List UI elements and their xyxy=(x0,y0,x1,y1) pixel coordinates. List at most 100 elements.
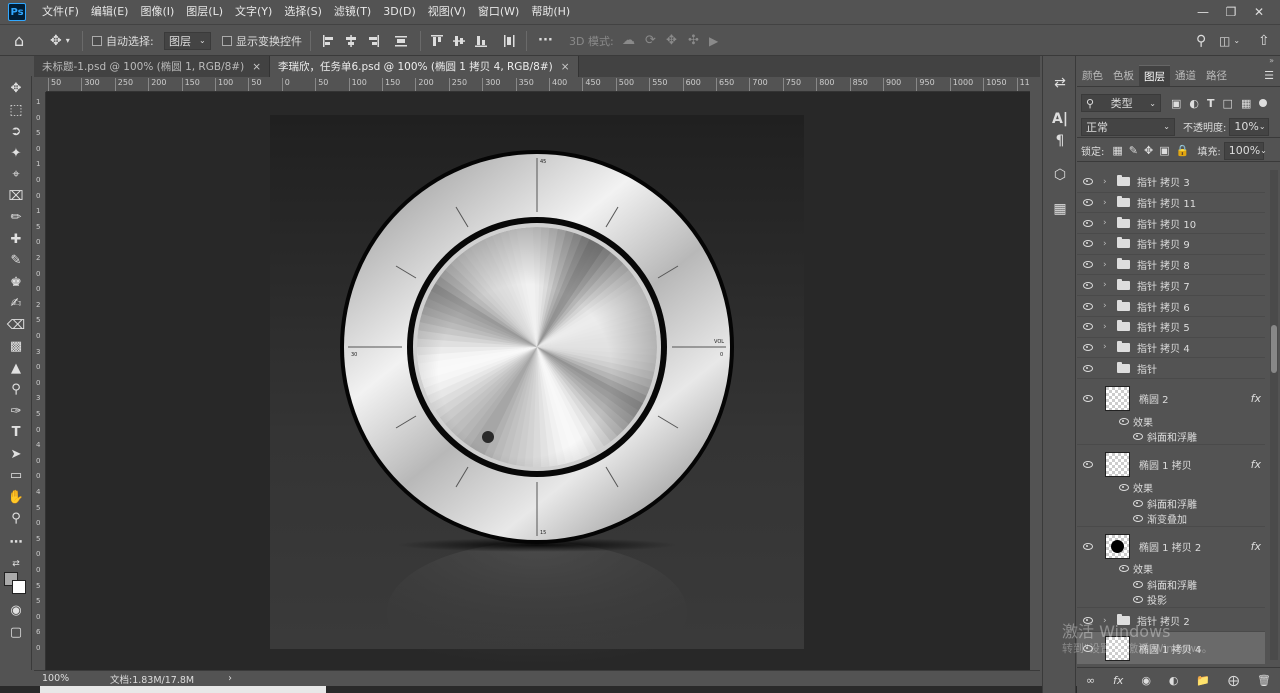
auto-select-dropdown[interactable]: 图层 ⌄ xyxy=(164,31,211,50)
eye-icon[interactable] xyxy=(1119,483,1129,491)
screen-mode-icon[interactable]: ▢ xyxy=(6,622,26,642)
align-top-icon[interactable] xyxy=(430,34,444,48)
align-right-icon[interactable] xyxy=(366,34,380,48)
filter-kind-dropdown[interactable]: ⚲ 类型 ⌄ xyxy=(1081,94,1161,112)
layer-row[interactable]: › 指针 拷贝 7 xyxy=(1077,276,1265,297)
effect-row[interactable]: 斜面和浮雕 xyxy=(1077,495,1265,511)
distribute-vertical-icon[interactable] xyxy=(502,34,516,48)
minimize-icon[interactable]: — xyxy=(1188,0,1218,24)
gradient-tool-icon[interactable]: ▩ xyxy=(6,336,26,356)
share-icon[interactable]: ⇧ xyxy=(1258,25,1270,56)
lock-position-icon[interactable]: ✥ xyxy=(1144,144,1153,157)
layer-row[interactable]: 椭圆 2 fx xyxy=(1077,382,1265,414)
fx-icon[interactable]: fx xyxy=(1251,540,1261,553)
chevron-right-icon[interactable]: › xyxy=(1103,198,1113,208)
align-left-icon[interactable] xyxy=(322,34,336,48)
home-icon[interactable]: ⌂ xyxy=(14,25,24,56)
more-options-icon[interactable]: ··· xyxy=(538,25,553,56)
move-tool-icon[interactable]: ✥ xyxy=(6,78,26,98)
zoom-tool-icon[interactable]: ⚲ xyxy=(6,508,26,528)
layers-scrollbar[interactable] xyxy=(1270,170,1278,660)
eye-icon[interactable] xyxy=(1133,515,1143,522)
eye-icon[interactable] xyxy=(1133,433,1143,440)
filter-pixel-icon[interactable]: ▣ xyxy=(1171,97,1181,110)
history-brush-icon[interactable]: ✍ xyxy=(6,293,26,313)
orbit-3d-icon[interactable]: ☁ xyxy=(622,25,635,56)
close-icon[interactable]: ✕ xyxy=(1244,0,1274,24)
link-icon[interactable]: ∞ xyxy=(1086,674,1095,687)
lock-artboard-icon[interactable]: ▣ xyxy=(1159,144,1169,157)
properties-panel-icon[interactable]: ▦ xyxy=(1051,200,1069,218)
fx-icon[interactable]: fx xyxy=(1251,458,1261,471)
menu-window[interactable]: 窗口(W) xyxy=(472,0,525,24)
background-color-swatch[interactable] xyxy=(12,580,26,594)
eye-icon[interactable] xyxy=(1083,240,1093,248)
pen-tool-icon[interactable]: ✑ xyxy=(6,401,26,421)
align-bottom-icon[interactable] xyxy=(474,34,488,48)
dodge-tool-icon[interactable]: ⚲ xyxy=(6,379,26,399)
group-icon[interactable]: 📁 xyxy=(1196,674,1210,687)
hand-tool-icon[interactable]: ✋ xyxy=(6,487,26,507)
mask-icon[interactable]: ◉ xyxy=(1141,674,1151,687)
canvas-area[interactable]: 45 30 VOL 0 15 xyxy=(46,92,1030,670)
restore-icon[interactable]: ❐ xyxy=(1216,0,1246,24)
frame-tool-icon[interactable]: ⌧ xyxy=(6,186,26,206)
eye-icon[interactable] xyxy=(1119,417,1129,425)
chevron-right-icon[interactable]: › xyxy=(1103,177,1113,187)
layer-row[interactable]: › 指针 拷贝 8 xyxy=(1077,255,1265,276)
eye-icon[interactable] xyxy=(1083,542,1093,550)
layer-row[interactable]: 指针 xyxy=(1077,358,1265,379)
distribute-icon[interactable] xyxy=(394,34,408,48)
eye-icon[interactable] xyxy=(1083,178,1093,186)
eye-icon[interactable] xyxy=(1083,199,1093,207)
eye-icon[interactable] xyxy=(1083,460,1093,468)
layers-scrollbar-thumb[interactable] xyxy=(1271,325,1277,373)
layer-row[interactable]: 椭圆 1 拷贝 2 fx xyxy=(1077,530,1265,562)
menu-help[interactable]: 帮助(H) xyxy=(525,0,576,24)
healing-brush-icon[interactable]: ✚ xyxy=(6,229,26,249)
menu-file[interactable]: 文件(F) xyxy=(36,0,85,24)
eye-icon[interactable] xyxy=(1133,596,1143,603)
doc-tab-task6[interactable]: 李瑞欣，任务单6.psd @ 100% (椭圆 1 拷贝 4, RGB/8#) × xyxy=(270,56,579,77)
swap-colors-icon[interactable]: ⇄ xyxy=(6,554,26,574)
chevron-right-icon[interactable]: › xyxy=(1103,239,1113,249)
panel-menu-icon[interactable]: ☰ xyxy=(1264,65,1274,86)
lock-image-icon[interactable]: ✎ xyxy=(1129,144,1138,157)
chevron-right-icon[interactable]: › xyxy=(1103,218,1113,228)
opacity-input[interactable]: 10% ⌄ xyxy=(1229,117,1270,136)
quick-mask-icon[interactable]: ◉ xyxy=(6,600,26,620)
layer-row[interactable]: › 指针 拷贝 10 xyxy=(1077,213,1265,235)
tab-paths[interactable]: 路径 xyxy=(1201,65,1232,86)
filter-shape-icon[interactable]: □ xyxy=(1223,97,1233,110)
history-panel-icon[interactable]: ⇄ xyxy=(1051,74,1069,92)
menu-image[interactable]: 图像(I) xyxy=(134,0,180,24)
filter-adjustment-icon[interactable]: ◐ xyxy=(1189,97,1199,110)
lasso-tool-icon[interactable]: ➲ xyxy=(6,121,26,141)
collapse-icon[interactable]: » xyxy=(1269,56,1274,65)
path-select-icon[interactable]: ➤ xyxy=(6,444,26,464)
search-icon[interactable]: ⚲ xyxy=(1196,25,1206,56)
move-tool-icon[interactable]: ✥ ▾ xyxy=(50,25,70,56)
effects-row[interactable]: 效果 xyxy=(1077,413,1265,429)
fx-icon[interactable]: fx xyxy=(1251,392,1261,405)
eye-icon[interactable] xyxy=(1083,302,1093,310)
effects-row[interactable]: 效果 xyxy=(1077,560,1265,576)
eye-icon[interactable] xyxy=(1133,580,1143,588)
fill-input[interactable]: 100% ⌄ xyxy=(1223,141,1267,160)
chevron-right-icon[interactable]: › xyxy=(1103,342,1113,352)
tab-channels[interactable]: 通道 xyxy=(1170,65,1201,86)
adjustment-icon[interactable]: ◐ xyxy=(1169,674,1179,687)
workspace-icon[interactable]: ◫ ⌄ xyxy=(1219,25,1240,56)
fx-icon[interactable]: fx xyxy=(1113,674,1123,687)
chevron-right-icon[interactable]: › xyxy=(1103,280,1113,290)
brush-tool-icon[interactable]: ✎ xyxy=(6,250,26,270)
layer-row[interactable]: › 指针 拷贝 4 xyxy=(1077,338,1265,359)
close-icon[interactable]: × xyxy=(561,61,570,73)
slide-3d-icon[interactable]: ✣ xyxy=(688,25,699,56)
eye-icon[interactable] xyxy=(1083,364,1093,372)
layer-row[interactable]: 椭圆 1 拷贝 fx xyxy=(1077,448,1265,480)
show-transform-checkbox[interactable]: 显示变换控件 xyxy=(222,25,302,56)
menu-filter[interactable]: 滤镜(T) xyxy=(328,0,377,24)
pan-3d-icon[interactable]: ✥ xyxy=(666,25,677,56)
filter-toggle-icon[interactable] xyxy=(1259,99,1268,107)
